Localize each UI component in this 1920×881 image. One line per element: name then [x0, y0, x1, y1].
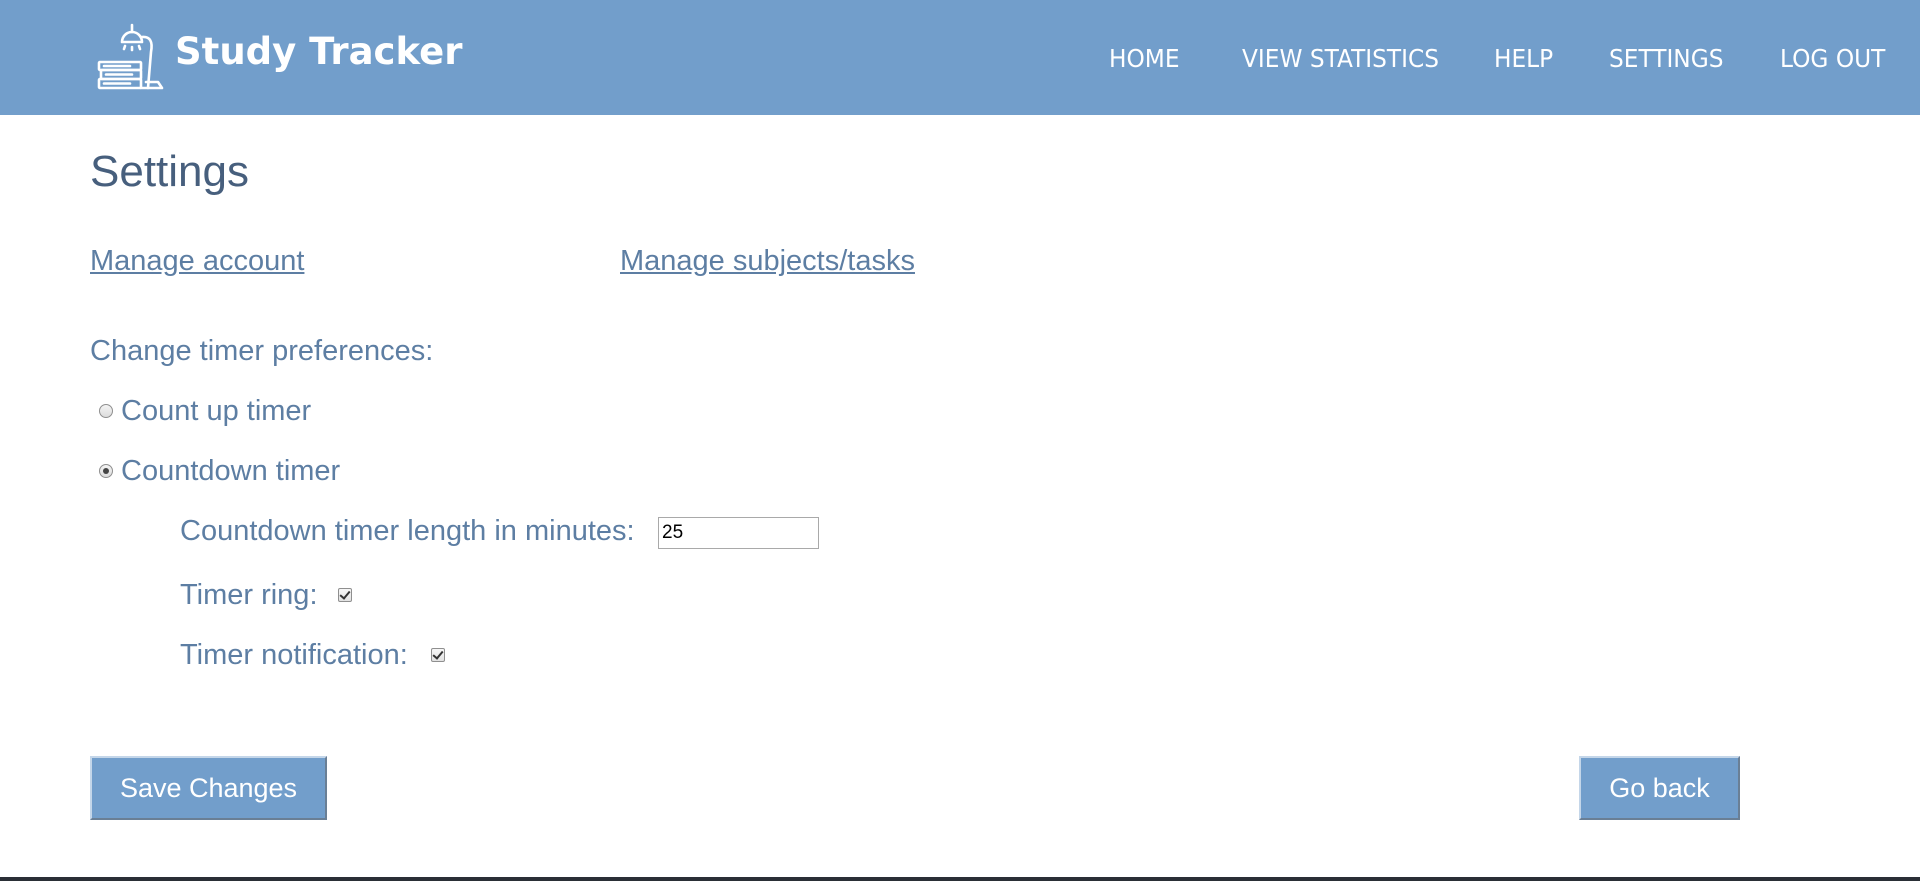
manage-account-link[interactable]: Manage account: [90, 243, 304, 279]
go-back-button[interactable]: Go back: [1579, 756, 1740, 820]
brand-name[interactable]: Study Tracker: [175, 30, 462, 74]
countdown-length-input[interactable]: [658, 517, 819, 549]
nav-view-statistics[interactable]: VIEW STATISTICS: [1242, 43, 1439, 75]
nav-help[interactable]: HELP: [1494, 43, 1553, 75]
countdown-timer-label[interactable]: Countdown timer: [121, 453, 340, 489]
nav-settings[interactable]: SETTINGS: [1609, 43, 1723, 75]
timer-ring-checkbox[interactable]: [338, 588, 352, 602]
desk-lamp-books-icon[interactable]: [96, 22, 168, 92]
nav-log-out[interactable]: LOG OUT: [1780, 43, 1885, 75]
save-changes-button[interactable]: Save Changes: [90, 756, 327, 820]
bottom-divider: [0, 877, 1920, 881]
page-title: Settings: [90, 147, 249, 196]
timer-ring-label: Timer ring:: [180, 579, 318, 611]
countdown-timer-radio[interactable]: [99, 464, 113, 478]
timer-notification-checkbox[interactable]: [431, 648, 445, 662]
top-navbar: Study Tracker HOME VIEW STATISTICS HELP …: [0, 0, 1920, 115]
timer-notification-label: Timer notification:: [180, 639, 408, 671]
timer-preferences-heading: Change timer preferences:: [90, 335, 434, 367]
nav-home[interactable]: HOME: [1109, 43, 1180, 75]
count-up-timer-label[interactable]: Count up timer: [121, 393, 311, 429]
manage-subjects-link[interactable]: Manage subjects/tasks: [620, 243, 915, 279]
countdown-length-label: Countdown timer length in minutes:: [180, 515, 635, 547]
count-up-timer-radio[interactable]: [99, 404, 113, 418]
